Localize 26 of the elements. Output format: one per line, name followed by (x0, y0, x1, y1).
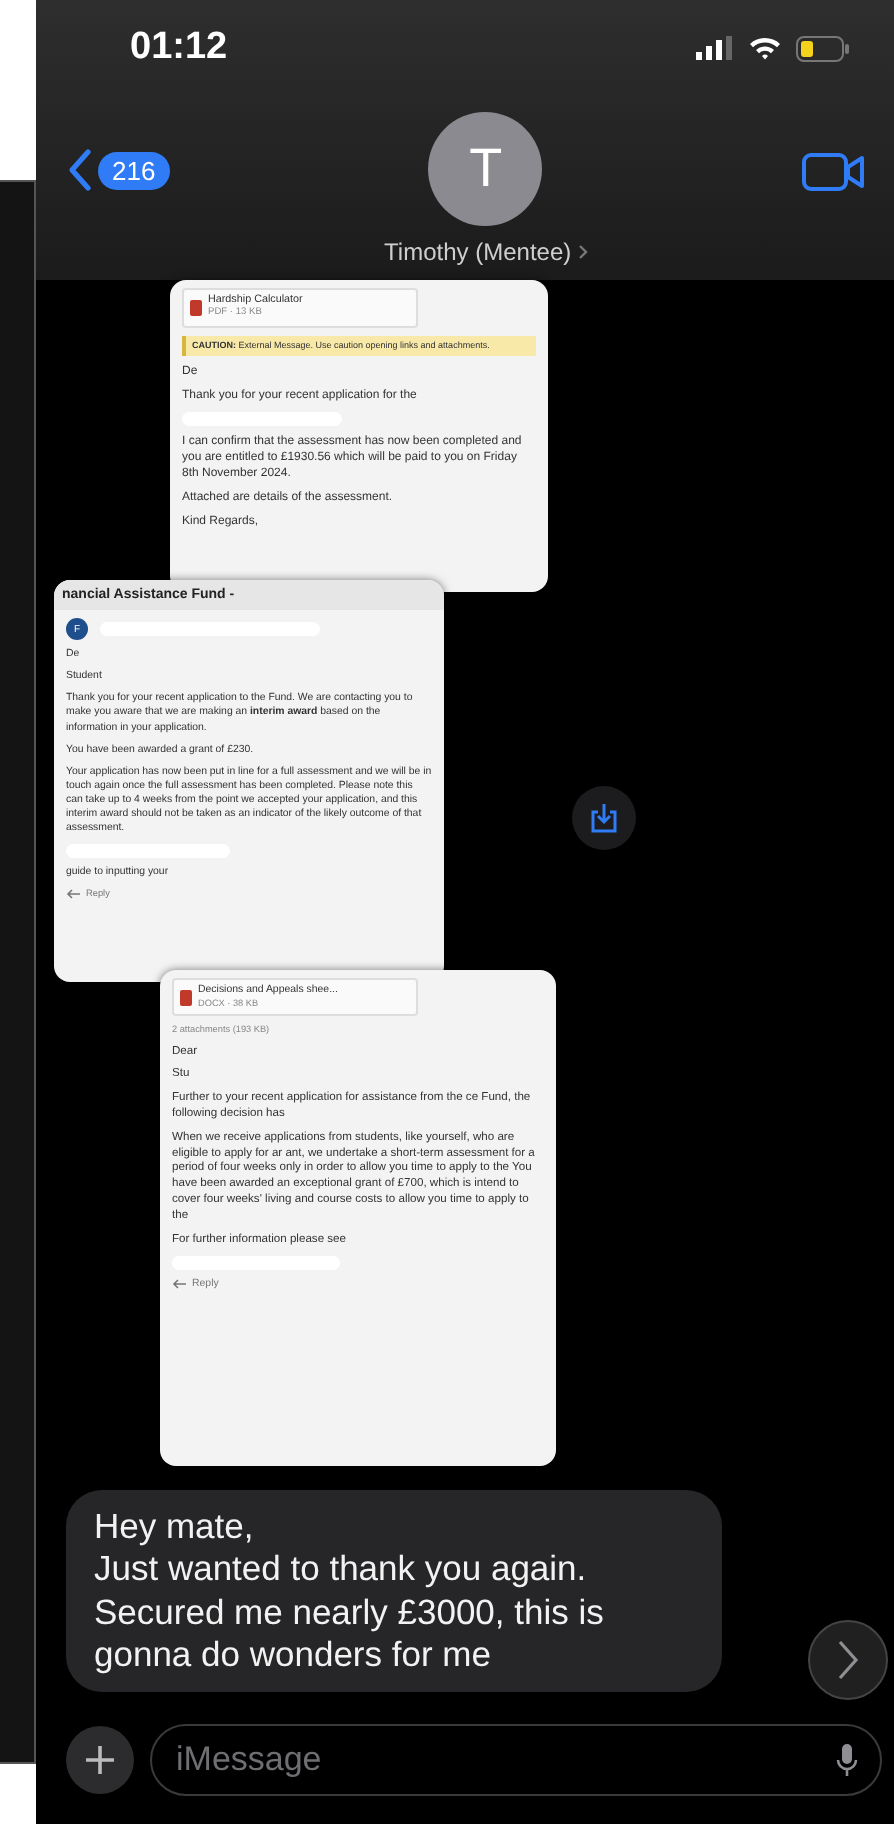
back-chevron-icon (68, 148, 92, 192)
microphone-icon[interactable] (836, 1744, 858, 1779)
signal-icon (696, 36, 734, 60)
video-call-icon[interactable] (801, 152, 866, 192)
unread-count-badge: 216 (98, 151, 170, 189)
next-button[interactable] (808, 1620, 888, 1701)
chevron-right-icon (836, 1638, 860, 1683)
contact-name[interactable]: Timothy (Mentee) (384, 238, 588, 266)
add-button[interactable] (66, 1726, 134, 1795)
battery-icon (796, 35, 850, 61)
document-icon (180, 989, 192, 1006)
wifi-icon (748, 36, 782, 60)
email-screenshot[interactable] (54, 580, 444, 982)
chevron-right-icon (577, 244, 588, 260)
save-button[interactable] (572, 786, 636, 850)
reply-icon (172, 1278, 188, 1291)
reply-icon (66, 887, 82, 900)
email-screenshot[interactable] (160, 970, 556, 1466)
status-time: 01:12 (130, 26, 228, 70)
document-icon (190, 299, 202, 316)
download-icon (590, 802, 618, 834)
contact-avatar[interactable]: T (428, 112, 543, 226)
message-input[interactable]: iMessage (150, 1724, 882, 1797)
back-button[interactable]: 216 (68, 148, 170, 192)
message-bubble: Hey mate, Just wanted to thank you again. Secured me nearly £3000, this is gonna do wonders for me (66, 1490, 722, 1693)
plus-icon (86, 1746, 114, 1775)
